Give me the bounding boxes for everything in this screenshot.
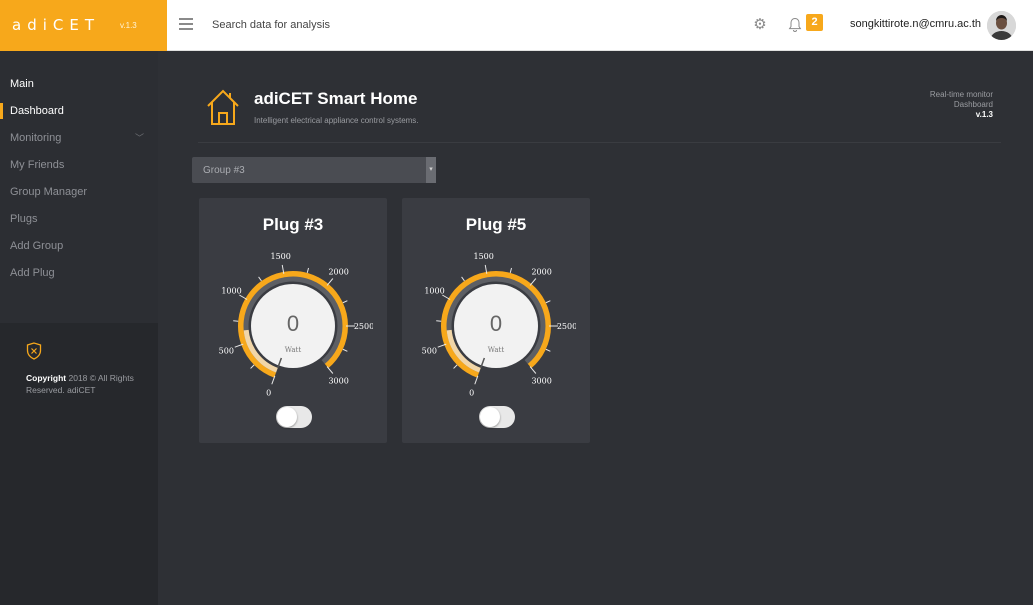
toggle-knob xyxy=(480,407,500,427)
gauge-tick-label: 500 xyxy=(219,346,234,355)
sidebar-item-monitoring[interactable]: Monitoring ﹀ xyxy=(0,128,158,148)
gauge-tick-label: 2000 xyxy=(328,268,348,277)
gear-icon[interactable]: ⚙ xyxy=(752,17,768,33)
gauge-tick-label: 2500 xyxy=(354,322,373,331)
gauge-tick xyxy=(326,366,334,374)
chevron-down-icon[interactable]: ▾ xyxy=(426,157,436,183)
sidebar-item-label: Group Manager xyxy=(10,186,88,198)
gauge-tick-label: 3000 xyxy=(531,376,551,385)
plug-title: Plug #3 xyxy=(262,215,324,234)
group-select-value: Group #3 xyxy=(203,165,245,176)
plug-card: Plug #5 0 500 1000 1500 2000 2500 3000 0 Watt xyxy=(402,198,590,443)
gauge-value: 0 xyxy=(287,311,299,336)
gauge-tick xyxy=(342,348,348,352)
gauge-tick xyxy=(545,300,551,304)
page-subtitle: Intelligent electrical appliance control… xyxy=(254,116,419,125)
gauge-tick xyxy=(453,364,458,369)
gauge-tick xyxy=(306,267,310,274)
gauge-tick-label: 2000 xyxy=(531,268,551,277)
divider xyxy=(198,142,1001,143)
gauge-value: 0 xyxy=(490,311,502,336)
gauge-tick xyxy=(461,276,465,282)
search-input[interactable] xyxy=(212,16,592,34)
brand-name: adiCET xyxy=(12,16,100,34)
realtime-info: Real-time monitor Dashboard v.1.3 xyxy=(930,90,993,120)
plug-card: Plug #3 0 500 1000 1500 2000 2500 3000 0 Watt xyxy=(199,198,387,443)
hamburger-menu-icon[interactable] xyxy=(179,18,193,30)
power-gauge: 0 500 1000 1500 2000 2500 3000 0 Watt xyxy=(422,252,576,398)
sidebar-item-label: Dashboard xyxy=(10,105,64,117)
gauge-unit: Watt xyxy=(285,346,302,354)
gauge-unit: Watt xyxy=(488,346,505,354)
gauge-tick xyxy=(529,366,537,374)
gauge-tick xyxy=(258,276,262,282)
sidebar-item-group-manager[interactable]: Group Manager xyxy=(0,182,158,202)
home-icon xyxy=(207,89,239,125)
sidebar-item-label: Plugs xyxy=(10,213,38,225)
chevron-down-icon: ﹀ xyxy=(134,133,144,143)
gauge-tick-label: 0 xyxy=(266,389,271,398)
nav-section-main: Main xyxy=(10,78,34,90)
gauge-tick-label: 2500 xyxy=(557,322,576,331)
gauge-tick xyxy=(442,294,451,300)
sidebar-item-dashboard[interactable]: Dashboard xyxy=(0,101,158,121)
gauge-tick-label: 1500 xyxy=(270,252,290,261)
top-bar: adiCET v.1.3 ⚙ 2 songkittirote.n@cmru.ac… xyxy=(0,0,1033,51)
copyright-text: Copyright 2018 © All Rights Reserved. ad… xyxy=(26,373,134,395)
sidebar-item-label: Monitoring xyxy=(10,132,62,144)
sidebar-item-label: Add Plug xyxy=(10,267,55,279)
sidebar-nav: Main Dashboard Monitoring ﹀ My Friends G… xyxy=(0,51,158,323)
breadcrumb: Dashboard xyxy=(953,100,993,109)
gauge-tick-label: 0 xyxy=(469,389,474,398)
brand-version: v.1.3 xyxy=(120,21,137,30)
avatar[interactable] xyxy=(987,11,1016,40)
bell-icon[interactable] xyxy=(788,17,802,33)
group-select[interactable]: Group #3 ▾ xyxy=(192,157,436,183)
gauge-tick xyxy=(342,300,348,304)
power-gauge: 0 500 1000 1500 2000 2500 3000 0 Watt xyxy=(219,252,373,398)
gauge-tick-label: 1000 xyxy=(424,287,444,296)
version-label: v.1.3 xyxy=(975,110,993,119)
shield-icon xyxy=(26,342,42,360)
gauge-tick xyxy=(326,278,334,286)
plug-title: Plug #5 xyxy=(465,215,527,234)
gauge-tick-label: 1000 xyxy=(221,287,241,296)
gauge-tick-label: 3000 xyxy=(328,376,348,385)
sidebar-item-add-plug[interactable]: Add Plug xyxy=(0,263,158,283)
sidebar-item-my-friends[interactable]: My Friends xyxy=(0,155,158,175)
sidebar-item-label: My Friends xyxy=(10,159,65,171)
power-toggle[interactable] xyxy=(276,406,312,428)
main-content: adiCET Smart Home Intelligent electrical… xyxy=(158,51,1033,605)
realtime-label: Real-time monitor xyxy=(929,90,993,99)
gauge-tick-label: 1500 xyxy=(473,252,493,261)
gauge-tick xyxy=(545,348,551,352)
gauge-tick xyxy=(250,364,255,369)
sidebar-item-label: Add Group xyxy=(10,240,64,252)
sidebar-item-plugs[interactable]: Plugs xyxy=(0,209,158,229)
gauge-tick xyxy=(239,294,248,300)
brand-logo[interactable]: adiCET v.1.3 xyxy=(0,0,167,51)
gauge-tick-label: 500 xyxy=(422,346,437,355)
sidebar: Main Dashboard Monitoring ﹀ My Friends G… xyxy=(0,51,158,605)
power-toggle[interactable] xyxy=(479,406,515,428)
notification-badge[interactable]: 2 xyxy=(806,14,823,31)
gauge-tick xyxy=(509,267,513,274)
page-title: adiCET Smart Home xyxy=(254,89,418,108)
toggle-knob xyxy=(277,407,297,427)
gauge-tick xyxy=(529,278,537,286)
sidebar-item-add-group[interactable]: Add Group xyxy=(0,236,158,256)
user-email[interactable]: songkittirote.n@cmru.ac.th xyxy=(850,18,981,30)
